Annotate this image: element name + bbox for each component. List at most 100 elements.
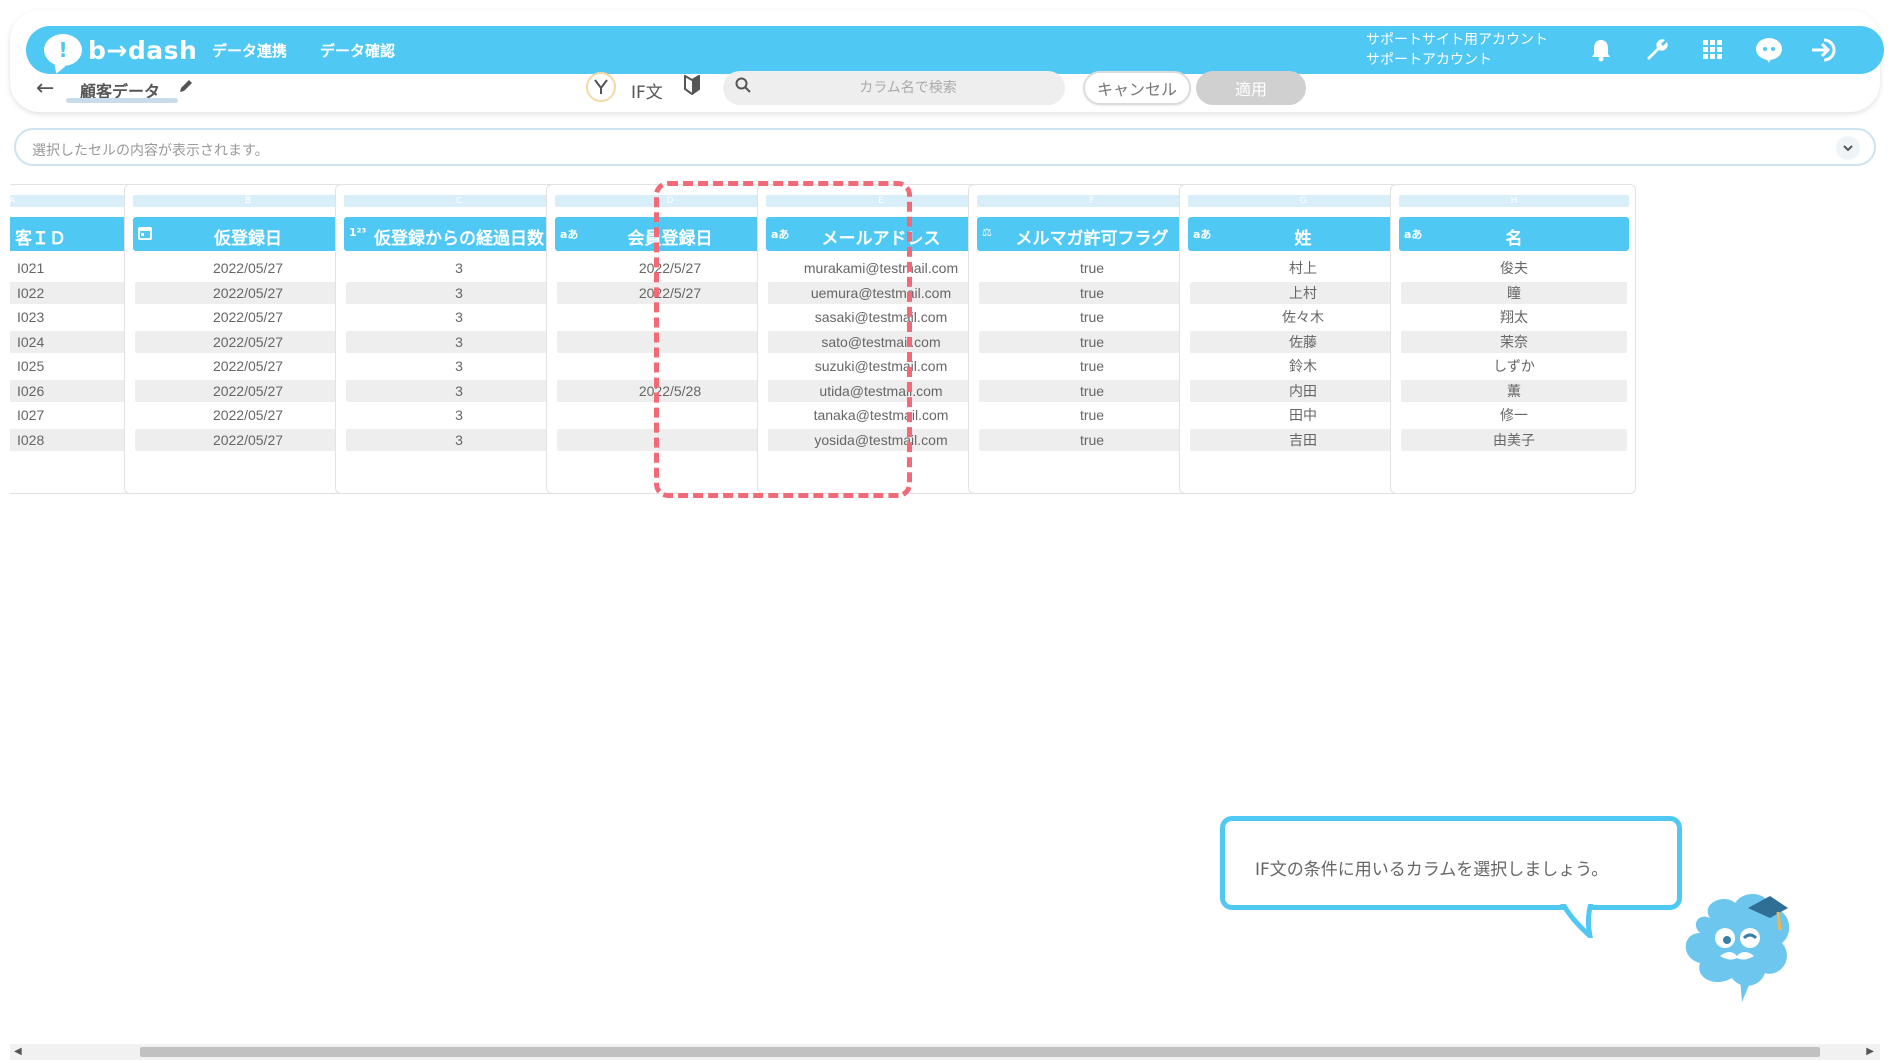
apps-grid-icon[interactable] <box>1698 35 1728 65</box>
column-e[interactable]: Eaあ メールアドレス murakami@testmail.com uemura@te… <box>757 184 1003 494</box>
table-cell[interactable]: 3 <box>346 306 572 328</box>
column-header[interactable]: 客ＩＤ <box>10 217 127 251</box>
table-cell[interactable]: I023 <box>10 306 125 328</box>
table-cell[interactable]: 2022/5/28 <box>557 380 783 402</box>
table-cell[interactable]: 2022/05/27 <box>135 306 361 328</box>
table-cell[interactable]: 佐藤 <box>1190 331 1416 353</box>
chevron-down-icon[interactable] <box>1836 136 1860 160</box>
scroll-right-arrow-icon[interactable]: ▶ <box>1866 1044 1874 1060</box>
table-cell[interactable]: I022 <box>10 282 125 304</box>
scrollbar-thumb[interactable] <box>140 1047 1820 1057</box>
table-cell[interactable]: 佐々木 <box>1190 306 1416 328</box>
table-cell[interactable] <box>557 404 783 426</box>
table-cell[interactable]: true <box>979 380 1205 402</box>
column-c[interactable]: C 1²³ 仮登録からの経過日数 3 3 3 3 3 3 3 3 <box>335 184 581 494</box>
table-cell[interactable]: 俊夫 <box>1401 257 1627 279</box>
table-cell[interactable]: 2022/05/27 <box>135 429 361 451</box>
table-cell[interactable]: 3 <box>346 404 572 426</box>
column-header[interactable]: 仮登録日 <box>133 217 363 251</box>
table-cell[interactable] <box>557 355 783 377</box>
table-cell[interactable]: true <box>979 257 1205 279</box>
table-cell[interactable]: yosida@testmail.com <box>768 429 994 451</box>
table-cell[interactable]: 薫 <box>1401 380 1627 402</box>
table-cell[interactable]: sato@testmail.com <box>768 331 994 353</box>
branch-icon[interactable] <box>586 72 616 102</box>
table-cell[interactable]: しずか <box>1401 355 1627 377</box>
table-cell[interactable]: 内田 <box>1190 380 1416 402</box>
table-cell[interactable]: 村上 <box>1190 257 1416 279</box>
table-cell[interactable]: 3 <box>346 282 572 304</box>
beginner-mark-icon[interactable] <box>684 74 700 100</box>
table-cell[interactable] <box>557 306 783 328</box>
table-cell[interactable] <box>557 331 783 353</box>
column-g[interactable]: Gaあ姓村上 上村 佐々木 佐藤 鈴木 内田 田中 吉田 <box>1179 184 1425 494</box>
table-cell[interactable]: I027 <box>10 404 125 426</box>
table-cell[interactable]: 上村 <box>1190 282 1416 304</box>
wrench-icon[interactable] <box>1642 35 1672 65</box>
table-cell[interactable]: 2022/05/27 <box>135 257 361 279</box>
table-cell[interactable]: 修一 <box>1401 404 1627 426</box>
table-cell[interactable]: true <box>979 355 1205 377</box>
cancel-button[interactable]: キャンセル <box>1083 71 1191 105</box>
column-header[interactable]: aあ 会員登録日 <box>555 217 785 251</box>
column-header[interactable]: 1²³ 仮登録からの経過日数 <box>344 217 574 251</box>
table-cell[interactable]: I025 <box>10 355 125 377</box>
table-cell[interactable]: tanaka@testmail.com <box>768 404 994 426</box>
table-cell[interactable]: I024 <box>10 331 125 353</box>
table-cell[interactable]: 茉奈 <box>1401 331 1627 353</box>
table-cell[interactable]: uemura@testmail.com <box>768 282 994 304</box>
scroll-left-arrow-icon[interactable]: ◀ <box>14 1044 22 1060</box>
table-cell[interactable]: 3 <box>346 331 572 353</box>
table-cell[interactable]: 3 <box>346 355 572 377</box>
table-cell[interactable]: 翔太 <box>1401 306 1627 328</box>
table-cell[interactable]: true <box>979 331 1205 353</box>
column-header[interactable]: aあ メールアドレス <box>766 217 996 251</box>
table-cell[interactable]: 2022/5/27 <box>557 257 783 279</box>
table-cell[interactable]: utida@testmail.com <box>768 380 994 402</box>
table-cell[interactable]: 2022/05/27 <box>135 282 361 304</box>
column-header[interactable]: aあ名 <box>1399 217 1629 251</box>
column-b[interactable]: B 仮登録日 2022/05/27 2022/05/27 2022/05/27 2022/… <box>124 184 370 494</box>
table-cell[interactable]: 鈴木 <box>1190 355 1416 377</box>
column-header[interactable]: ⚖ メルマガ許可フラグ <box>977 217 1207 251</box>
column-d[interactable]: Daあ 会員登録日 2022/5/27 2022/5/27 2022/5/28 <box>546 184 792 494</box>
column-h[interactable]: Haあ名俊夫瞳翔太 茉奈 しずか薫修一 由美子 <box>1390 184 1636 494</box>
logout-icon[interactable] <box>1810 35 1840 65</box>
nav-data-check[interactable]: データ確認 <box>320 40 395 61</box>
table-cell[interactable]: true <box>979 306 1205 328</box>
table-cell[interactable]: I028 <box>10 429 125 451</box>
table-cell[interactable]: I026 <box>10 380 125 402</box>
table-cell[interactable]: murakami@testmail.com <box>768 257 994 279</box>
column-a[interactable]: A 客ＩＤ I021 I022 I023 I024 I025 I026 I027 I028 <box>10 184 134 494</box>
account-info[interactable]: サポートサイト用アカウント サポートアカウント <box>1366 30 1548 70</box>
cell-content-viewer[interactable]: 選択したセルの内容が表示されます。 <box>14 128 1876 166</box>
table-cell[interactable]: 2022/5/27 <box>557 282 783 304</box>
edit-pencil-icon[interactable] <box>178 78 194 99</box>
table-cell[interactable]: 由美子 <box>1401 429 1627 451</box>
table-cell[interactable]: 3 <box>346 380 572 402</box>
bell-icon[interactable] <box>1586 35 1616 65</box>
chat-bot-icon[interactable] <box>1754 35 1784 65</box>
table-cell[interactable]: 2022/05/27 <box>135 355 361 377</box>
table-cell[interactable]: 2022/05/27 <box>135 331 361 353</box>
logo[interactable]: ! b→dash <box>44 32 197 68</box>
column-f[interactable]: F ⚖ メルマガ許可フラグ true true true true true true true t… <box>968 184 1214 494</box>
table-cell[interactable]: true <box>979 404 1205 426</box>
table-cell[interactable] <box>557 429 783 451</box>
horizontal-scrollbar[interactable]: ◀ ▶ <box>10 1044 1880 1060</box>
nav-data-integration[interactable]: データ連携 <box>212 40 287 61</box>
column-header[interactable]: aあ姓 <box>1188 217 1418 251</box>
table-cell[interactable]: 田中 <box>1190 404 1416 426</box>
table-cell[interactable]: I021 <box>10 257 125 279</box>
table-cell[interactable]: suzuki@testmail.com <box>768 355 994 377</box>
table-cell[interactable]: 吉田 <box>1190 429 1416 451</box>
table-cell[interactable]: sasaki@testmail.com <box>768 306 994 328</box>
table-cell[interactable]: true <box>979 429 1205 451</box>
table-cell[interactable]: 瞳 <box>1401 282 1627 304</box>
table-cell[interactable]: 3 <box>346 257 572 279</box>
table-cell[interactable]: 2022/05/27 <box>135 404 361 426</box>
table-cell[interactable]: true <box>979 282 1205 304</box>
search-input[interactable] <box>763 71 1053 105</box>
back-button[interactable]: ← <box>36 76 54 101</box>
apply-button[interactable]: 適用 <box>1196 71 1306 105</box>
